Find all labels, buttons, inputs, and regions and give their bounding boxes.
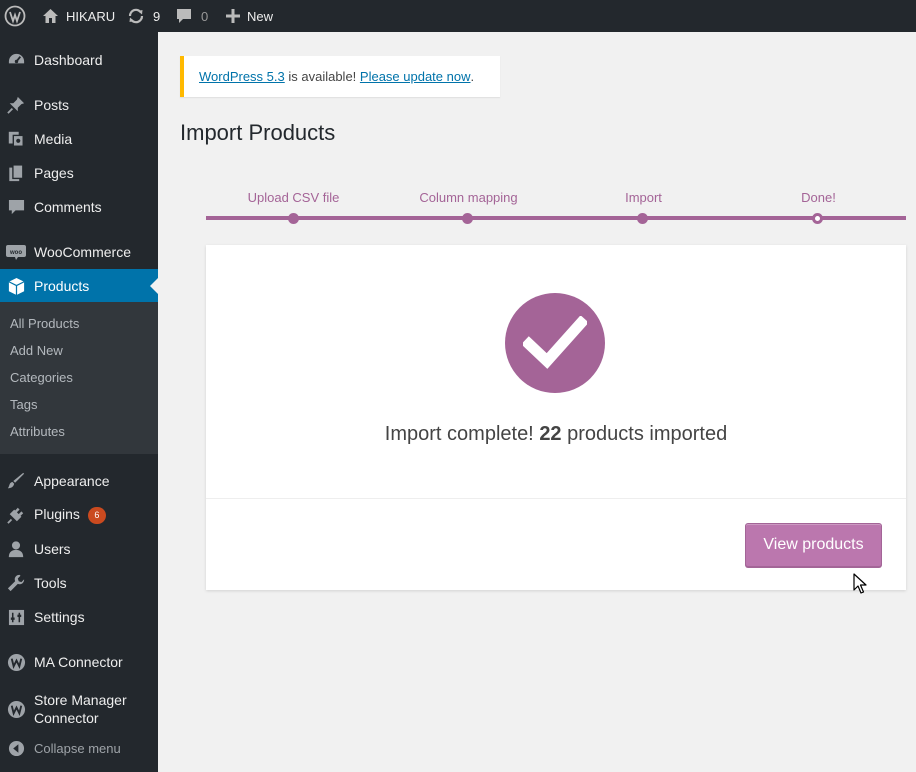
submenu-all-products[interactable]: All Products — [10, 316, 79, 331]
step-dot — [288, 213, 299, 224]
media-icon — [6, 129, 26, 149]
menu-item-dashboard[interactable]: Dashboard — [0, 43, 158, 77]
site-name-link[interactable]: HIKARU — [42, 0, 115, 32]
import-complete-message: Import complete! 22 products imported — [206, 423, 906, 446]
menu-label: Products — [34, 278, 90, 294]
box-icon — [6, 276, 26, 296]
dashboard-icon — [6, 50, 26, 70]
menu-label: Collapse menu — [34, 740, 121, 756]
menu-label: Tools — [34, 575, 67, 591]
menu-label: Users — [34, 541, 71, 557]
step-dot — [462, 213, 473, 224]
menu-item-appearance[interactable]: Appearance — [0, 464, 158, 498]
menu-item-woocommerce[interactable]: woo WooCommerce — [0, 235, 158, 269]
updates-link[interactable]: 9 — [127, 0, 160, 32]
notice-end: . — [470, 69, 475, 84]
steps-progress-line — [206, 216, 906, 220]
admin-sidebar: Dashboard Posts Media Pages Comments woo… — [0, 32, 158, 772]
updates-count: 9 — [153, 8, 161, 24]
menu-item-tools[interactable]: Tools — [0, 566, 158, 600]
menu-label: Comments — [34, 199, 102, 215]
import-result-card: Import complete! 22 products imported Vi… — [206, 245, 906, 590]
collapse-menu-button[interactable]: Collapse menu — [0, 731, 158, 765]
connector-icon — [6, 699, 26, 719]
plugins-update-badge: 6 — [87, 506, 106, 524]
menu-label: Store Manager Connector — [34, 692, 127, 726]
step-done: Done! — [801, 190, 836, 205]
menu-label: Settings — [34, 609, 85, 625]
step-upload-csv: Upload CSV file — [247, 190, 340, 205]
menu-label: Appearance — [34, 473, 110, 489]
settings-icon — [6, 607, 26, 627]
comments-count: 0 — [201, 8, 209, 24]
menu-item-plugins[interactable]: Plugins 6 — [0, 498, 158, 532]
brush-icon — [6, 471, 26, 491]
menu-item-comments[interactable]: Comments — [0, 190, 158, 224]
step-import: Import — [625, 190, 662, 205]
menu-label: Pages — [34, 165, 74, 181]
menu-item-users[interactable]: Users — [0, 532, 158, 566]
products-submenu: All Products Add New Categories Tags Att… — [0, 302, 158, 454]
notice-text: is available! — [284, 69, 360, 84]
menu-item-pages[interactable]: Pages — [0, 156, 158, 190]
comment-bubble-icon — [176, 8, 192, 24]
menu-label: Media — [34, 131, 73, 147]
woo-icon: woo — [6, 242, 26, 262]
menu-item-ma-connector[interactable]: MA Connector — [0, 645, 158, 679]
checkmark-icon — [505, 293, 605, 393]
card-divider — [206, 498, 906, 499]
step-dot-current — [812, 213, 823, 224]
wrench-icon — [6, 573, 26, 593]
submenu-categories[interactable]: Categories — [10, 370, 73, 385]
pages-icon — [6, 163, 26, 183]
mouse-cursor-icon — [853, 573, 867, 600]
wordpress-logo-icon[interactable] — [4, 0, 26, 32]
updates-icon — [127, 7, 145, 25]
step-dot — [637, 213, 648, 224]
menu-item-posts[interactable]: Posts — [0, 88, 158, 122]
menu-label: Posts — [34, 97, 70, 113]
home-icon — [42, 8, 59, 24]
menu-item-store-manager-connector[interactable]: Store Manager Connector — [0, 687, 158, 731]
menu-label: Dashboard — [34, 52, 103, 68]
menu-item-products[interactable]: Products — [0, 269, 158, 303]
plug-icon — [6, 505, 26, 525]
submenu-attributes[interactable]: Attributes — [10, 424, 65, 439]
imported-count: 22 — [539, 423, 562, 445]
comments-link[interactable]: 0 — [176, 0, 208, 32]
menu-item-settings[interactable]: Settings — [0, 600, 158, 634]
svg-text:woo: woo — [9, 250, 22, 256]
page-title: Import Products — [180, 120, 336, 145]
pin-icon — [6, 95, 26, 115]
step-column-mapping: Column mapping — [419, 190, 518, 205]
import-steps: Upload CSV file Column mapping Import Do… — [206, 190, 906, 230]
update-now-link[interactable]: Please update now — [360, 69, 471, 84]
submenu-add-new[interactable]: Add New — [10, 343, 63, 358]
menu-label: MA Connector — [34, 654, 123, 670]
user-icon — [6, 539, 26, 559]
update-notice: WordPress 5.3 is available! Please updat… — [180, 56, 500, 97]
result-prefix: Import complete! — [384, 423, 540, 445]
menu-label: WooCommerce — [34, 244, 131, 260]
plus-icon — [226, 9, 240, 23]
menu-item-media[interactable]: Media — [0, 122, 158, 156]
menu-label: Plugins — [34, 506, 80, 523]
connector-icon — [6, 652, 26, 672]
collapse-icon — [6, 738, 26, 758]
site-name: HIKARU — [66, 8, 116, 24]
wordpress-version-link[interactable]: WordPress 5.3 — [199, 69, 285, 84]
new-content-link[interactable]: New — [226, 0, 273, 32]
new-label: New — [247, 8, 274, 24]
comment-icon — [6, 197, 26, 217]
view-products-button[interactable]: View products — [745, 523, 882, 567]
submenu-tags[interactable]: Tags — [10, 397, 37, 412]
admin-bar: HIKARU 9 0 New — [0, 0, 916, 32]
result-suffix: products imported — [561, 423, 728, 445]
